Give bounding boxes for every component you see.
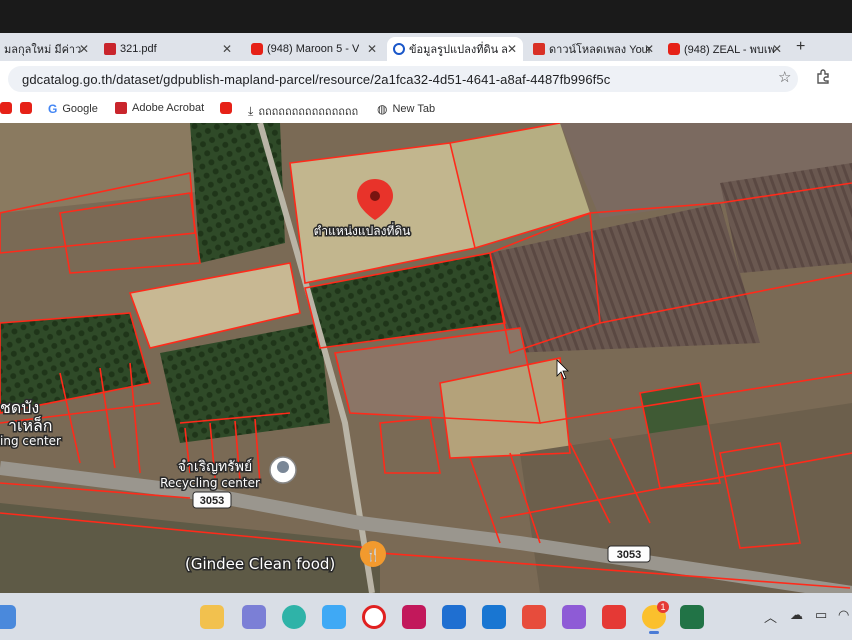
google-icon: G (48, 102, 58, 116)
tab-3-label: (948) Maroon 5 - V (267, 43, 360, 55)
globe-icon: ◍ (377, 102, 388, 116)
store-icon[interactable] (322, 605, 346, 629)
close-icon[interactable]: ✕ (79, 42, 89, 56)
svg-text:🍴: 🍴 (366, 548, 381, 562)
bookmark-google[interactable]: G Google (48, 102, 98, 116)
poi-recycling-en: Recycling center (160, 476, 260, 490)
bookmark-download[interactable]: ⤓ ถถถถถถถถถถถถถถถ (248, 102, 358, 120)
azure-icon[interactable] (482, 605, 506, 629)
tab-4-label: ข้อมูลรูปแปลงที่ดิน ล (409, 44, 508, 56)
bookmark-star-icon[interactable]: ☆ (778, 68, 791, 86)
monitor-bezel (0, 0, 852, 33)
taskbar: 1 ︿ ☁ ▭ ◠ (0, 593, 852, 640)
start-icon[interactable] (0, 605, 16, 629)
close-icon[interactable]: ✕ (507, 42, 517, 56)
tab-1-label: มลกุลใหม่ มีค่าว (4, 44, 82, 56)
file-explorer-icon[interactable] (200, 605, 224, 629)
bookmark-new-tab-label: New Tab (392, 103, 436, 115)
omnibox[interactable]: gdcatalog.go.th/dataset/gdpublish-maplan… (8, 66, 798, 92)
parcel-map[interactable]: ตำแหน่งแปลงที่ดิน จำเริญทรัพย์ Recycling… (0, 123, 852, 593)
orchard (190, 123, 285, 263)
bookmark-new-tab[interactable]: ◍ New Tab (377, 102, 435, 116)
youtube-icon (20, 102, 32, 114)
excel-icon[interactable] (680, 605, 704, 629)
left-poi-label-3: ing center (0, 434, 61, 448)
gdcatalog-icon (393, 43, 405, 55)
tab-1[interactable]: มลกุลใหม่ มีค่าว ✕ (0, 37, 95, 61)
opera-icon[interactable] (362, 605, 386, 629)
youtube-icon (0, 102, 12, 114)
wifi-icon[interactable]: ◠ (838, 607, 849, 623)
poi-recycling-thai: จำเริญทรัพย์ (178, 458, 252, 475)
bookmarks-bar: G Google Adobe Acrobat ⤓ ถถถถถถถถถถถถถถถ… (0, 97, 852, 124)
copilot-icon[interactable] (562, 605, 586, 629)
bookmark-youtube-3[interactable] (220, 102, 232, 114)
news-icon[interactable] (402, 605, 426, 629)
acrobat-icon (115, 102, 127, 114)
poi-restaurant-label: (Gindee Clean food) (185, 555, 335, 573)
restaurant-icon[interactable]: 🍴 (360, 541, 386, 567)
close-icon[interactable]: ✕ (222, 42, 232, 56)
map-canvas[interactable]: ตำแหน่งแปลงที่ดิน จำเริญทรัพย์ Recycling… (0, 123, 852, 593)
chevron-up-icon[interactable]: ︿ (764, 607, 777, 626)
tab-3[interactable]: (948) Maroon 5 - V ✕ (245, 37, 383, 61)
youtube-icon (220, 102, 232, 114)
teams-icon[interactable] (242, 605, 266, 629)
onedrive-icon[interactable]: ☁ (790, 607, 803, 623)
poi-marker-icon[interactable] (269, 456, 297, 484)
tab-5-label: ดาวน์โหลดเพลง Your (549, 44, 652, 56)
wps-icon[interactable] (602, 605, 626, 629)
bookmark-acrobat[interactable]: Adobe Acrobat (115, 102, 204, 114)
url-text[interactable]: gdcatalog.go.th/dataset/gdpublish-maplan… (22, 72, 610, 87)
download-icon: ⤓ (248, 103, 254, 118)
tab-4-active[interactable]: ข้อมูลรูปแปลงที่ดิน ล ✕ (387, 37, 523, 61)
road-number-1: 3053 (200, 495, 224, 507)
tab-2-label: 321.pdf (120, 43, 157, 55)
tab-6[interactable]: (948) ZEAL - พบเพ ✕ (662, 37, 788, 61)
close-icon[interactable]: ✕ (367, 42, 377, 56)
edge-icon[interactable] (282, 605, 306, 629)
bookmark-youtube-2[interactable] (20, 102, 32, 114)
tab-6-label: (948) ZEAL - พบเพ (684, 44, 775, 56)
bookmark-google-label: Google (62, 103, 98, 115)
youtube-icon (668, 43, 680, 55)
parcel-label: ตำแหน่งแปลงที่ดิน (314, 222, 411, 238)
office-icon[interactable] (522, 605, 546, 629)
battery-icon[interactable]: ▭ (815, 607, 827, 623)
notification-badge: 1 (657, 601, 669, 613)
tab-5[interactable]: ดาวน์โหลดเพลง Your ✕ (527, 37, 660, 61)
download-icon (533, 43, 545, 55)
tab-strip: มลกุลใหม่ มีค่าว ✕ 321.pdf ✕ (948) Maroo… (0, 33, 852, 61)
address-bar: gdcatalog.go.th/dataset/gdpublish-maplan… (0, 61, 852, 97)
bookmark-acrobat-label: Adobe Acrobat (132, 102, 205, 114)
pdf-icon (104, 43, 116, 55)
close-icon[interactable]: ✕ (644, 42, 654, 56)
youtube-icon (251, 43, 263, 55)
extensions-icon[interactable] (815, 69, 831, 88)
road-number-2: 3053 (617, 549, 641, 561)
left-poi-label-2: าเหล็ก (8, 415, 53, 435)
tab-2[interactable]: 321.pdf ✕ (98, 37, 238, 61)
left-poi-label-1: ชดบัง (0, 398, 39, 417)
bookmark-youtube-1[interactable] (0, 102, 12, 114)
new-tab-button[interactable]: + (796, 38, 805, 56)
road-shield-1: 3053 (192, 491, 232, 509)
close-icon[interactable]: ✕ (772, 42, 782, 56)
bookmark-download-label: ถถถถถถถถถถถถถถถ (258, 106, 359, 118)
road-shield-2: 3053 (607, 545, 651, 563)
active-app-indicator (649, 631, 659, 634)
outlook-icon[interactable] (442, 605, 466, 629)
